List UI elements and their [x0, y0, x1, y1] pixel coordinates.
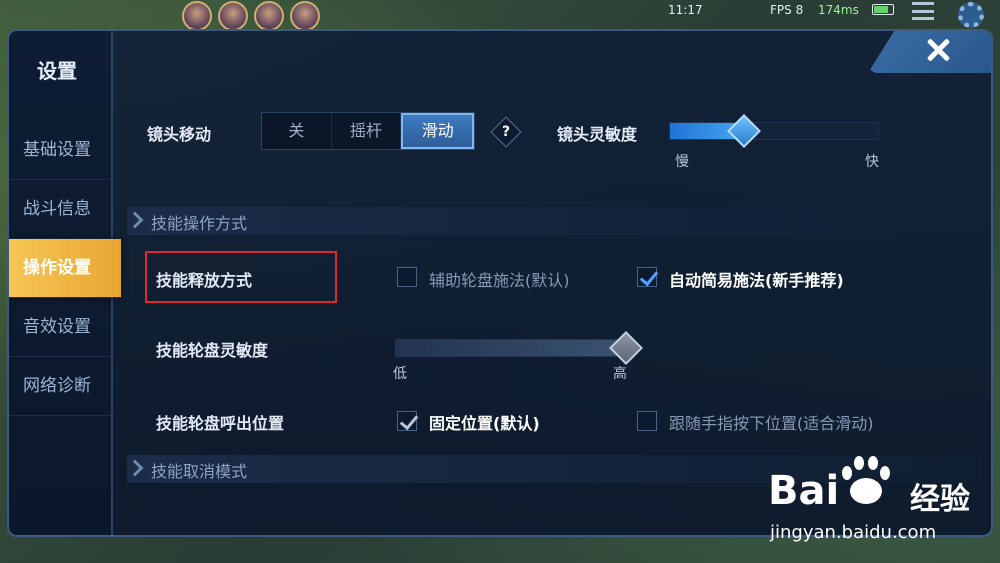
wheel-position-option-a-label[interactable]: 固定位置(默认)	[429, 410, 540, 434]
sidebar-item-basic[interactable]: 基础设置	[9, 121, 113, 180]
wheel-position-option-a-checkbox[interactable]	[397, 411, 417, 431]
slider-max-label: 快	[865, 154, 879, 170]
section-title: 技能取消模式	[151, 462, 248, 481]
skill-release-option-b-checkbox[interactable]	[637, 267, 657, 287]
wheel-sensitivity-thumb[interactable]	[609, 331, 643, 365]
sidebar-item-network[interactable]: 网络诊断	[9, 357, 113, 416]
wheel-position-option-b-checkbox[interactable]	[637, 411, 657, 431]
camera-sensitivity-thumb[interactable]	[727, 114, 761, 148]
hero-avatar	[254, 1, 284, 31]
camera-sensitivity-label: 镜头灵敏度	[557, 125, 638, 144]
hero-avatar	[182, 1, 212, 31]
watermark-url: jingyan.baidu.com	[770, 522, 937, 543]
baidu-paw-icon	[836, 454, 896, 506]
hero-avatar	[290, 1, 320, 31]
watermark-brand-suffix: 经验	[910, 482, 970, 517]
baidu-jingyan-watermark: Bai 经验 jingyan.baidu.com	[760, 452, 995, 552]
sidebar-item-sound[interactable]: 音效设置	[9, 298, 113, 357]
slider-min-label: 低	[393, 366, 407, 382]
wheel-position-label: 技能轮盘呼出位置	[156, 414, 285, 433]
skill-release-option-a-checkbox[interactable]	[397, 267, 417, 287]
camera-option-swipe[interactable]: 滑动	[401, 113, 475, 149]
section-header: 技能操作方式	[126, 207, 981, 235]
wheel-position-option-b-label[interactable]: 跟随手指按下位置(适合滑动)	[669, 410, 874, 434]
battery-icon	[872, 4, 894, 15]
status-bar: 11:17 FPS 8 174ms	[650, 0, 990, 28]
hero-avatars	[182, 1, 320, 31]
chevron-right-icon	[126, 459, 144, 477]
camera-option-joystick[interactable]: 摇杆	[332, 113, 402, 149]
menu-icon[interactable]	[912, 2, 934, 20]
clock-text: 11:17	[668, 3, 703, 17]
gear-icon[interactable]	[958, 2, 984, 28]
wheel-sensitivity-slider[interactable]	[395, 331, 643, 365]
wheel-sensitivity-label: 技能轮盘灵敏度	[156, 341, 269, 360]
sidebar-nav: 基础设置 战斗信息 操作设置 音效设置 网络诊断	[9, 121, 121, 416]
sidebar-item-controls[interactable]: 操作设置	[9, 239, 121, 298]
help-icon: ?	[501, 124, 511, 140]
wheel-sensitivity-fill	[396, 340, 626, 356]
skill-release-label: 技能释放方式	[156, 271, 253, 290]
settings-sidebar: 设置 基础设置 战斗信息 操作设置 音效设置 网络诊断	[9, 31, 121, 535]
ping-text: 174ms	[818, 3, 859, 17]
section-title: 技能操作方式	[151, 214, 248, 233]
fps-text: FPS 8	[770, 3, 804, 17]
slider-max-label: 高	[613, 366, 627, 382]
camera-move-segmented: 关 摇杆 滑动	[261, 112, 475, 150]
sidebar-item-battle-info[interactable]: 战斗信息	[9, 180, 113, 239]
help-button[interactable]: ?	[490, 116, 522, 148]
camera-sensitivity-slider[interactable]	[669, 114, 879, 148]
slider-min-label: 慢	[675, 154, 689, 170]
chevron-right-icon	[126, 211, 144, 229]
camera-move-label: 镜头移动	[147, 125, 212, 144]
game-hud: 11:17 FPS 8 174ms	[0, 0, 1000, 31]
skill-release-option-a-label[interactable]: 辅助轮盘施法(默认)	[429, 267, 570, 291]
panel-title: 设置	[37, 59, 77, 83]
watermark-brand: Bai	[768, 468, 840, 514]
hero-avatar	[218, 1, 248, 31]
skill-release-option-b-label[interactable]: 自动简易施法(新手推荐)	[669, 267, 844, 291]
camera-option-off[interactable]: 关	[262, 113, 332, 149]
